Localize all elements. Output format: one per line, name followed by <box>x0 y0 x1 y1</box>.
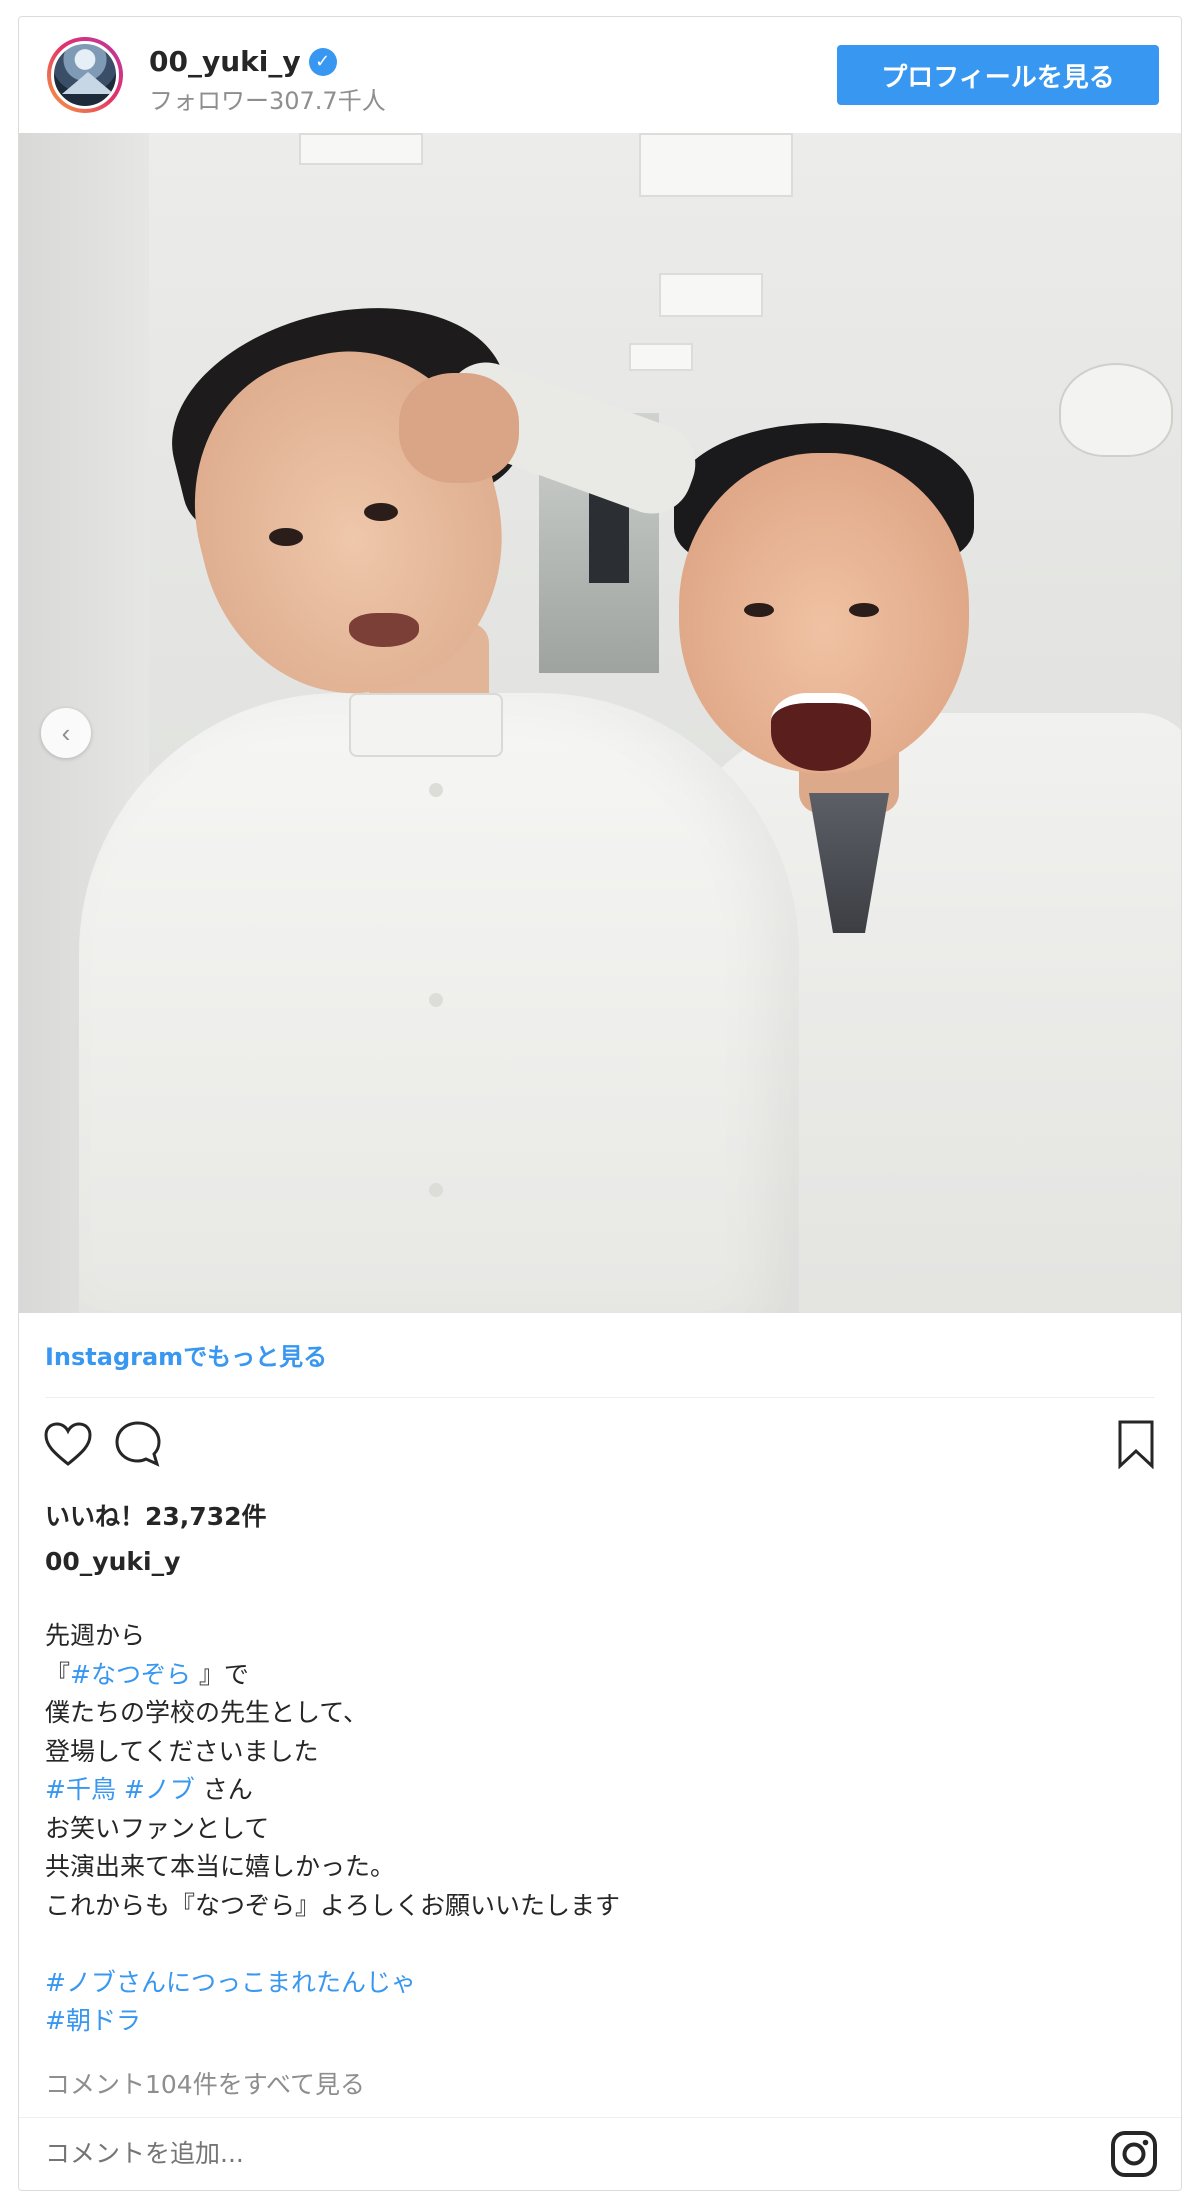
likes-label: いいね！ <box>45 1502 146 1531</box>
follower-count: フォロワー307.7千人 <box>149 87 386 115</box>
caption-text: 先週から <box>45 1621 146 1650</box>
caption-line: #ノブさんにつっこまれたんじゃ <box>45 1964 1145 2003</box>
caption-line: 先週から <box>45 1617 1145 1656</box>
post-header: 00_yuki_y ✓ フォロワー307.7千人 プロフィールを見る <box>19 17 1181 133</box>
view-all-comments-link[interactable]: コメント104件をすべて見る <box>45 2065 365 2101</box>
caption-line: これからも『なつぞら』よろしくお願いいたします <box>45 1887 1145 1926</box>
hashtag-link[interactable]: #千鳥 <box>45 1775 116 1804</box>
caption-text: 登場してくださいました <box>45 1736 319 1766</box>
caption-username[interactable]: 00_yuki_y <box>45 1547 180 1576</box>
caption-line: 僕たちの学校の先生として、 <box>45 1694 1145 1733</box>
hashtag-link[interactable]: #ノブさんにつっこまれたんじゃ <box>45 1968 416 1997</box>
caption-text: 『 <box>45 1659 71 1689</box>
avatar-image <box>51 41 119 109</box>
caption-line: お笑いファンとして <box>45 1810 1145 1849</box>
chevron-left-icon[interactable]: ‹ <box>41 708 91 758</box>
like-count[interactable]: いいね！23,732件 <box>45 1497 267 1533</box>
likes-number: 23,732件 <box>145 1502 267 1531</box>
caption-text: これからも『なつぞら』よろしくお願いいたします <box>45 1890 621 1920</box>
caption-line: 共演出来て本当に嬉しかった。 <box>45 1848 1145 1887</box>
caption-text: 僕たちの学校の先生として、 <box>45 1698 369 1727</box>
comment-icon[interactable] <box>111 1417 165 1471</box>
heart-icon[interactable] <box>41 1417 95 1471</box>
caption-text: さん <box>194 1775 253 1804</box>
post-caption: 先週から『#なつぞら 』で僕たちの学校の先生として、 登場してくださいました #千鳥… <box>45 1617 1145 2041</box>
caption-line <box>45 1925 1145 1964</box>
caption-line: 登場してくださいました <box>45 1733 1145 1772</box>
instagram-icon[interactable] <box>1109 2129 1159 2179</box>
bookmark-icon[interactable] <box>1109 1417 1163 1471</box>
caption-line: #千鳥 #ノブ さん <box>45 1771 1145 1810</box>
username-row: 00_yuki_y ✓ <box>149 45 337 78</box>
divider <box>45 1397 1155 1398</box>
username[interactable]: 00_yuki_y <box>149 45 301 78</box>
caption-text: 共演出来て本当に嬉しかった。 <box>45 1852 396 1881</box>
view-more-on-instagram-link[interactable]: Instagramでもっと見る <box>45 1337 327 1372</box>
caption-line: #朝ドラ <box>45 2002 1145 2041</box>
hashtag-link[interactable]: #なつぞら <box>70 1660 191 1689</box>
view-profile-button[interactable]: プロフィールを見る <box>837 45 1159 105</box>
caption-text: お笑いファンとして <box>45 1813 270 1843</box>
post-photo[interactable]: ‹ <box>19 133 1181 1313</box>
caption-text <box>116 1775 124 1804</box>
divider <box>19 2117 1181 2118</box>
caption-text: 』で <box>190 1659 249 1689</box>
hashtag-link[interactable]: #ノブ <box>124 1775 195 1804</box>
verified-icon: ✓ <box>308 47 337 76</box>
instagram-embed-card: 00_yuki_y ✓ フォロワー307.7千人 プロフィールを見る ‹ Ins… <box>18 16 1182 2191</box>
wall-lamp <box>1059 363 1173 457</box>
caption-line: 『#なつぞら 』で <box>45 1656 1145 1695</box>
avatar[interactable] <box>47 37 123 113</box>
add-comment-input[interactable] <box>45 2139 945 2168</box>
hashtag-link[interactable]: #朝ドラ <box>45 2006 141 2035</box>
